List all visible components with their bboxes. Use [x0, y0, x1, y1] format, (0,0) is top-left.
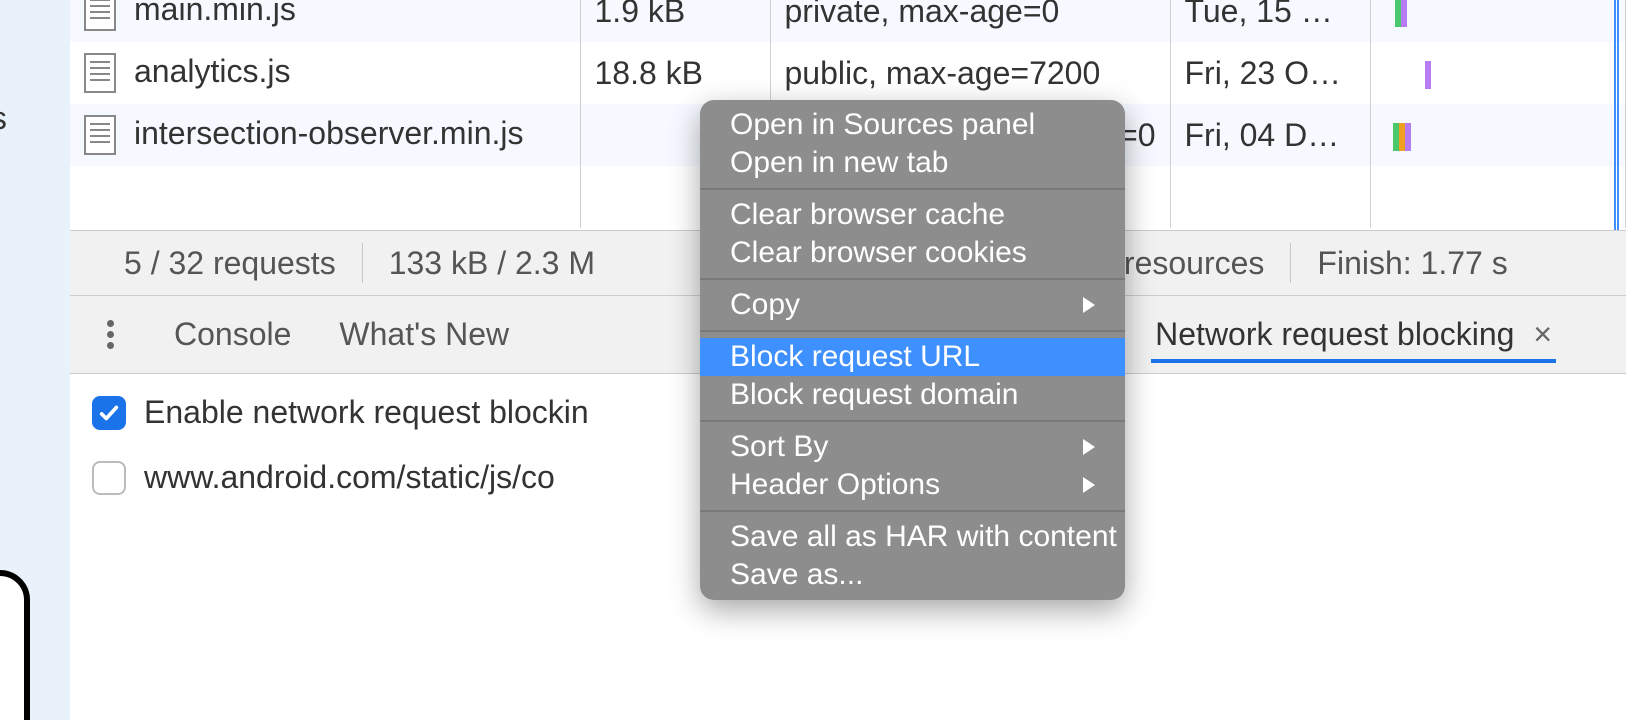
- menu-block-request-domain[interactable]: Block request domain: [700, 376, 1125, 414]
- menu-open-in-sources[interactable]: Open in Sources panel: [700, 106, 1125, 144]
- close-icon[interactable]: ×: [1533, 316, 1552, 352]
- cache-control: private, max-age=0: [770, 0, 1170, 42]
- file-icon: [84, 0, 116, 31]
- file-size: 18.8 kB: [580, 42, 770, 104]
- file-icon: [84, 53, 116, 93]
- menu-block-request-url[interactable]: Block request URL: [700, 338, 1125, 376]
- status-requests: 5 / 32 requests: [98, 245, 362, 282]
- checkbox-enable-blocking[interactable]: [92, 396, 126, 430]
- submenu-arrow-icon: [1083, 439, 1095, 455]
- context-menu: Open in Sources panel Open in new tab Cl…: [700, 100, 1125, 600]
- menu-clear-cookies[interactable]: Clear browser cookies: [700, 234, 1125, 272]
- menu-save-as[interactable]: Save as...: [700, 556, 1125, 594]
- status-finish: Finish: 1.77 s: [1291, 245, 1533, 282]
- file-size: 1.9 kB: [580, 0, 770, 42]
- menu-header-options[interactable]: Header Options: [700, 466, 1125, 504]
- tab-console[interactable]: Console: [170, 310, 295, 359]
- status-transferred: 133 kB / 2.3 M: [363, 245, 621, 282]
- checkbox-pattern[interactable]: [92, 461, 126, 495]
- left-gutter: /s: [0, 0, 70, 720]
- file-icon: [84, 115, 116, 155]
- tab-network-request-blocking[interactable]: Network request blocking ×: [1151, 310, 1556, 363]
- pattern-text: www.android.com/static/js/co: [144, 459, 555, 496]
- submenu-arrow-icon: [1083, 297, 1095, 313]
- menu-open-in-new-tab[interactable]: Open in new tab: [700, 144, 1125, 182]
- file-date: Fri, 23 O…: [1170, 42, 1370, 104]
- table-row[interactable]: analytics.js 18.8 kB public, max-age=720…: [70, 42, 1626, 104]
- kebab-menu-icon[interactable]: [90, 316, 130, 353]
- tab-label: Network request blocking: [1155, 316, 1514, 352]
- device-frame-fragment: [0, 570, 30, 720]
- waterfall-bar: [1425, 61, 1431, 89]
- scrollbar-region[interactable]: [1570, 0, 1626, 720]
- cache-control: public, max-age=7200: [770, 42, 1170, 104]
- file-name: analytics.js: [134, 53, 291, 89]
- tab-whats-new[interactable]: What's New: [335, 310, 513, 359]
- menu-clear-cache[interactable]: Clear browser cache: [700, 196, 1125, 234]
- menu-copy[interactable]: Copy: [700, 286, 1125, 324]
- file-name: intersection-observer.min.js: [134, 115, 523, 151]
- partial-text: /s: [0, 100, 7, 137]
- menu-sort-by[interactable]: Sort By: [700, 428, 1125, 466]
- menu-save-har[interactable]: Save all as HAR with content: [700, 518, 1125, 556]
- file-name: main.min.js: [134, 0, 296, 27]
- file-date: Fri, 04 D…: [1170, 104, 1370, 166]
- submenu-arrow-icon: [1083, 477, 1095, 493]
- file-date: Tue, 15 D…: [1170, 0, 1370, 42]
- devtools-main: main.min.js 1.9 kB private, max-age=0 Tu…: [70, 0, 1626, 720]
- enable-blocking-label: Enable network request blockin: [144, 394, 589, 431]
- table-row[interactable]: main.min.js 1.9 kB private, max-age=0 Tu…: [70, 0, 1626, 42]
- waterfall-bar: [1401, 0, 1407, 27]
- waterfall-bar: [1405, 123, 1411, 151]
